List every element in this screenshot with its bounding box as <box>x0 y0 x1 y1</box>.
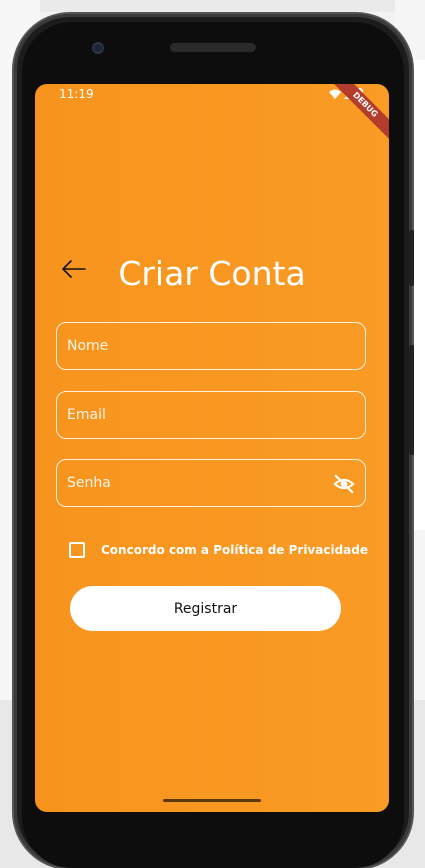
eye-off-icon <box>333 474 355 494</box>
email-field[interactable] <box>56 391 366 439</box>
page-title: Criar Conta <box>118 254 306 293</box>
status-time: 11:19 <box>59 87 94 101</box>
name-input[interactable] <box>57 323 365 369</box>
power-button <box>409 345 414 455</box>
register-button[interactable]: Registrar <box>70 586 341 631</box>
privacy-consent: Concordo com a Política de Privacidade <box>69 542 368 558</box>
app-screen: 11:19 DEBUG Criar Conta Concordo co <box>35 84 389 812</box>
status-bar: 11:19 DEBUG <box>35 84 389 146</box>
privacy-consent-label[interactable]: Concordo com a Política de Privacidade <box>101 543 368 557</box>
toggle-password-visibility-button[interactable] <box>333 473 355 495</box>
privacy-checkbox[interactable] <box>69 542 85 558</box>
earpiece-speaker <box>170 43 256 52</box>
home-indicator[interactable] <box>163 799 261 802</box>
name-field[interactable] <box>56 322 366 370</box>
password-field[interactable] <box>56 459 366 507</box>
email-input[interactable] <box>57 392 365 438</box>
front-camera <box>92 42 104 54</box>
background-app-titlebar <box>0 0 425 12</box>
password-input[interactable] <box>57 460 365 506</box>
volume-button <box>409 230 414 286</box>
